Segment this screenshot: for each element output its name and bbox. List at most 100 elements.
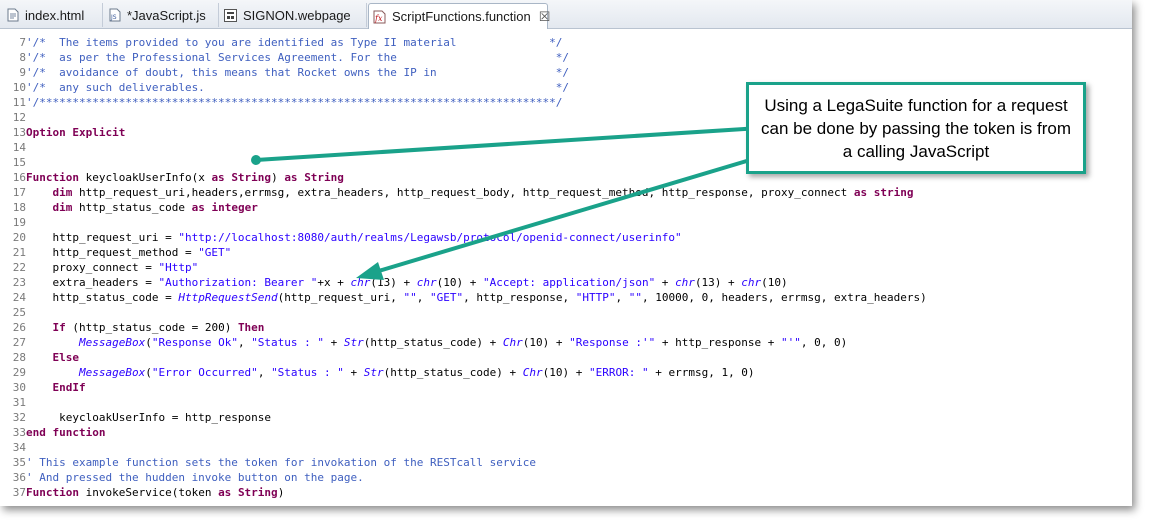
callout-text: Using a LegaSuite function for a request… xyxy=(761,95,1071,161)
code-line[interactable]: 26 If (http_status_code = 200) Then xyxy=(0,320,927,335)
code-token: , xyxy=(237,336,252,349)
code-token: proxy_connect = xyxy=(26,261,159,274)
tab-label: SIGNON.webpage xyxy=(243,7,351,23)
code-token: (13) + xyxy=(370,276,417,289)
code-token: http_request_uri,headers,errmsg, extra_h… xyxy=(72,186,854,199)
line-number: 25 xyxy=(12,306,26,319)
line-number: 33 xyxy=(12,426,26,439)
code-line[interactable]: 23 extra_headers = "Authorization: Beare… xyxy=(0,275,927,290)
js-file-icon: JS xyxy=(108,8,121,23)
code-token: "HTTP" xyxy=(575,291,616,304)
code-token: ' And pressed the hudden invoke button o… xyxy=(26,471,364,484)
code-token: Chr xyxy=(502,336,523,349)
code-line[interactable]: 34 xyxy=(0,440,927,455)
tab-javascript-js[interactable]: JS *JavaScript.js xyxy=(104,3,219,27)
code-token: as xyxy=(284,171,298,184)
code-token: chr xyxy=(350,276,371,289)
code-token: , 10000, 0, headers, errmsg, extra_heade… xyxy=(641,291,927,304)
code-token: "" xyxy=(628,291,642,304)
code-line[interactable]: 20 http_request_uri = "http://localhost:… xyxy=(0,230,927,245)
line-number: 23 xyxy=(12,276,26,289)
code-token: ' This example function sets the token f… xyxy=(26,456,536,469)
code-line[interactable]: 18 dim http_status_code as integer xyxy=(0,200,927,215)
code-line[interactable]: 22 proxy_connect = "Http" xyxy=(0,260,927,275)
code-token: MessageBox xyxy=(78,366,146,379)
line-number: 12 xyxy=(12,111,26,124)
tab-signon-webpage[interactable]: SIGNON.webpage xyxy=(220,3,367,27)
code-line[interactable]: 17 dim http_request_uri,headers,errmsg, … xyxy=(0,185,927,200)
line-number: 20 xyxy=(12,231,26,244)
code-token: (http_status_code) + xyxy=(383,366,523,379)
code-token: keycloakUserInfo = http_response xyxy=(26,411,272,424)
code-token: , 0, 0) xyxy=(800,336,848,349)
code-token: ( xyxy=(145,366,152,379)
line-number: 9 xyxy=(19,66,26,79)
line-number: 36 xyxy=(12,471,26,484)
tab-label: *JavaScript.js xyxy=(127,7,206,23)
code-token: String xyxy=(237,486,278,499)
code-token: "ERROR: " xyxy=(588,366,649,379)
tab-scriptfunctions-function[interactable]: fx ScriptFunctions.function ☒ xyxy=(368,3,551,29)
code-line[interactable]: 32 keycloakUserInfo = http_response xyxy=(0,410,927,425)
code-token: ) xyxy=(277,486,285,499)
code-token: dim xyxy=(52,201,73,214)
code-token: (10) + xyxy=(436,276,483,289)
code-token: Option Explicit xyxy=(26,126,126,139)
code-line[interactable]: 9'/* avoidance of doubt, this means that… xyxy=(0,65,927,80)
annotation-callout: Using a LegaSuite function for a request… xyxy=(746,82,1086,174)
code-token: "GET" xyxy=(198,246,232,259)
code-line[interactable]: 37Function invokeService(token as String… xyxy=(0,485,927,500)
code-line[interactable]: 27 MessageBox("Response Ok", "Status : "… xyxy=(0,335,927,350)
code-token: '/* avoidance of doubt, this means that … xyxy=(26,66,570,79)
code-token: ) xyxy=(271,171,285,184)
code-line[interactable]: 35' This example function sets the token… xyxy=(0,455,927,470)
line-number: 10 xyxy=(12,81,26,94)
code-token: string xyxy=(873,186,914,199)
code-line[interactable]: 31 xyxy=(0,395,927,410)
code-token: String xyxy=(304,171,344,184)
code-line[interactable]: 21 http_request_method = "GET" xyxy=(0,245,927,260)
editor-window: index.html JS *JavaScript.js SIGNON.webp… xyxy=(0,0,1132,506)
code-line[interactable]: 33end function xyxy=(0,425,927,440)
html-file-icon xyxy=(6,8,19,23)
code-token: , http_response, xyxy=(463,291,576,304)
code-token: integer xyxy=(211,201,258,214)
code-line[interactable]: 30 EndIf xyxy=(0,380,927,395)
code-token: "'" xyxy=(781,336,801,349)
code-line[interactable]: 29 MessageBox("Error Occurred", "Status … xyxy=(0,365,927,380)
code-token: dim xyxy=(52,186,73,199)
code-token: http_request_uri = xyxy=(26,231,179,244)
code-line[interactable]: 28 Else xyxy=(0,350,927,365)
line-number: 26 xyxy=(12,321,26,334)
line-number: 30 xyxy=(12,381,26,394)
code-line[interactable]: 24 http_status_code = HttpRequestSend(ht… xyxy=(0,290,927,305)
code-token: "Http" xyxy=(158,261,199,274)
code-line[interactable]: 25 xyxy=(0,305,927,320)
code-line[interactable]: 7'/* The items provided to you are ident… xyxy=(0,35,927,50)
code-token: "Status : " xyxy=(271,366,344,379)
code-line[interactable]: 8'/* as per the Professional Services Ag… xyxy=(0,50,927,65)
close-icon[interactable]: ☒ xyxy=(539,9,551,25)
line-number: 11 xyxy=(12,96,26,109)
code-token: Function xyxy=(26,486,79,499)
code-token: HttpRequestSend xyxy=(178,291,278,304)
code-token: "http://localhost:8080/auth/realms/Legaw… xyxy=(178,231,682,244)
code-token: Function xyxy=(26,171,79,184)
code-token: If xyxy=(52,321,66,334)
line-number: 34 xyxy=(12,441,26,454)
code-token: '/* The items provided to you are identi… xyxy=(26,36,563,49)
code-line[interactable]: 36' And pressed the hudden invoke button… xyxy=(0,470,927,485)
line-number: 21 xyxy=(12,246,26,259)
code-token: "" xyxy=(403,291,417,304)
code-token: , xyxy=(615,291,629,304)
code-token: "GET" xyxy=(430,291,464,304)
code-line[interactable]: 19 xyxy=(0,215,927,230)
code-token: "Status : " xyxy=(251,336,325,349)
code-token: (10) + xyxy=(522,336,570,349)
code-token: EndIf xyxy=(52,381,86,394)
tab-index-html[interactable]: index.html xyxy=(2,3,103,27)
